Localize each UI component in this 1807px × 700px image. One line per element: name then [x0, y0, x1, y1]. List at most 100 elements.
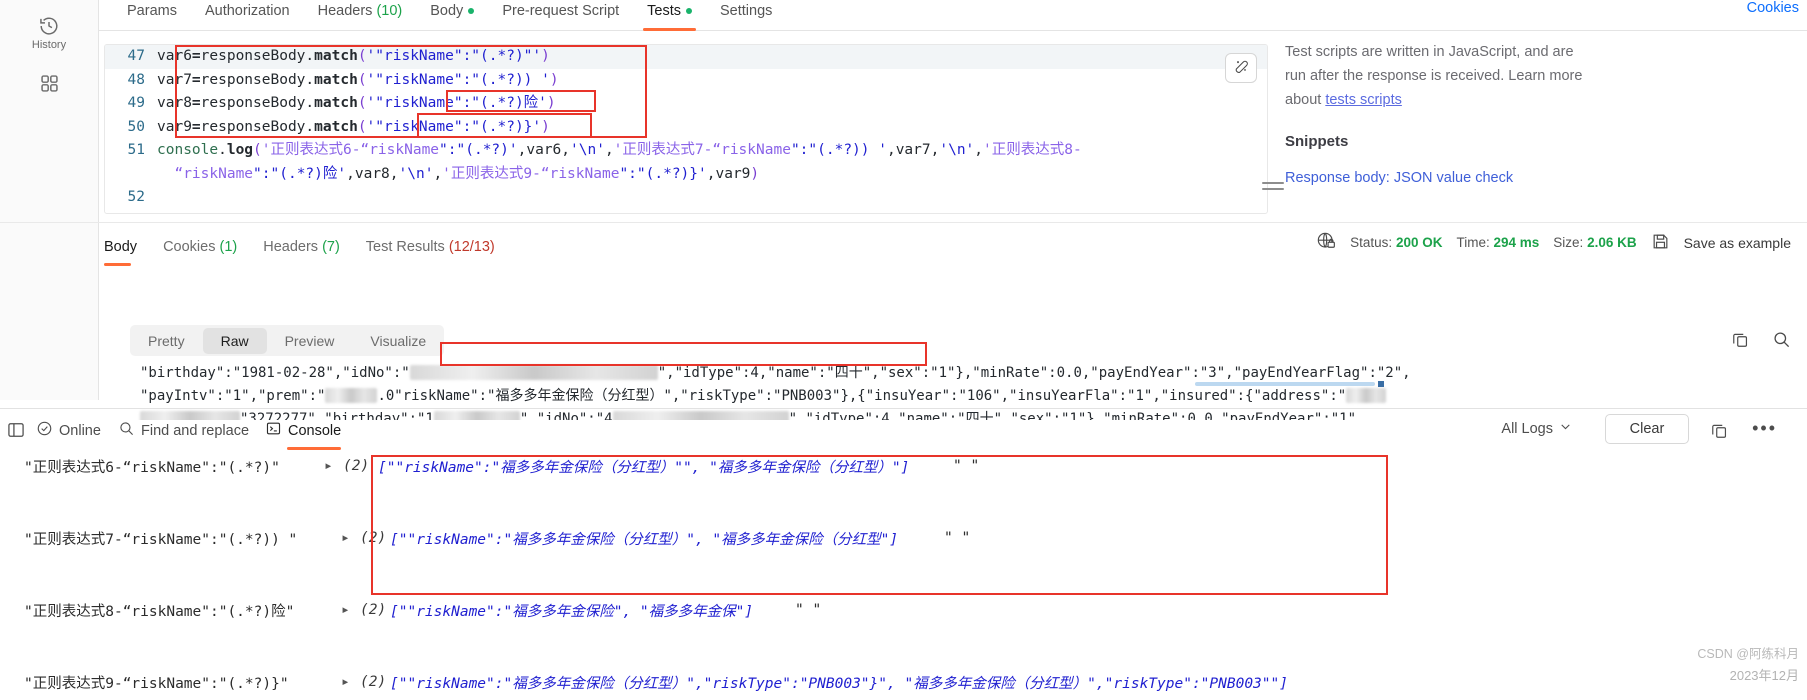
status-label-text: Status:: [1350, 235, 1393, 250]
body-horizontal-scrollbar[interactable]: [1195, 382, 1375, 386]
time-label: Time: 294 ms: [1456, 235, 1539, 250]
log-value: [""riskName":"福多多年金保险（分红型）","riskType":"…: [390, 675, 1288, 692]
console-log-list: "正则表达式6-“riskName":"(.*?)" ▸ (2) [""risk…: [0, 448, 1807, 692]
network-lock-icon[interactable]: [1316, 231, 1336, 254]
code-line: 49 var8=responseBody.match('"riskName":"…: [105, 92, 1267, 116]
tab-settings[interactable]: Settings: [706, 0, 786, 28]
copy-icon[interactable]: [1731, 330, 1750, 352]
log-label: "正则表达式8-“riskName":"(.*?)险": [24, 603, 295, 620]
body-scrollbar-cap: [1378, 381, 1384, 387]
request-tab-bar: Params Authorization Headers (10) Body P…: [99, 0, 1807, 31]
save-as-example-button[interactable]: Save as example: [1684, 235, 1791, 251]
ellipsis-icon[interactable]: •••: [1752, 419, 1777, 437]
tab-headers-label: Headers: [317, 3, 373, 19]
format-raw[interactable]: Raw: [202, 327, 267, 354]
expand-arrow-icon[interactable]: ▸: [341, 602, 350, 618]
response-tab-body[interactable]: Body: [104, 239, 137, 266]
response-tab-headers[interactable]: Headers (7): [263, 239, 340, 255]
code-text: var8=responseBody.match('"riskName":"(.*…: [157, 95, 556, 111]
code-line: 48 var7=responseBody.match('"riskName":"…: [105, 69, 1267, 93]
clear-console-button[interactable]: Clear: [1605, 414, 1689, 444]
editor-resize-handle[interactable]: [1262, 182, 1284, 190]
copy-icon[interactable]: [1710, 421, 1729, 443]
log-count: (2): [343, 458, 370, 474]
rb-seg-highlight: "riskName":"福多多年金保险（分红型）","riskType":"PN…: [394, 388, 841, 404]
tests-scripts-link[interactable]: tests scripts: [1325, 92, 1402, 108]
response-body-line: "payIntv":"1","prem":" .0"riskName":"福多多年…: [104, 385, 1807, 408]
console-log-row[interactable]: "正则表达式7-“riskName":"(.*?)) " ▸ (2) [""ri…: [0, 520, 1807, 556]
line-number: 48: [127, 71, 145, 88]
response-raw-body[interactable]: "birthday":"1981-02-28","idNo":" ","idTyp…: [104, 362, 1807, 420]
console-log-row[interactable]: "正则表达式9-“riskName":"(.*?)}" ▸ (2) [""ris…: [0, 664, 1807, 700]
log-tail-quotes: " ": [953, 458, 980, 474]
log-value: [""riskName":"福多多年金保险（分红型）"", "福多多年金保险（分…: [378, 459, 910, 476]
response-format-toggle: Pretty Raw Preview Visualize: [130, 325, 445, 356]
response-tab-cookies-count: (1): [219, 239, 238, 255]
tab-authorization[interactable]: Authorization: [191, 0, 304, 28]
code-line: 50 var9=responseBody.match('"riskName":"…: [105, 116, 1267, 140]
sidebar-item-history[interactable]: History: [26, 10, 72, 56]
format-visualize[interactable]: Visualize: [352, 328, 444, 354]
code-line: 47 var6=responseBody.match('"riskName":"…: [105, 45, 1267, 69]
left-rail: History: [0, 0, 99, 400]
console-log-row[interactable]: "正则表达式6-“riskName":"(.*?)" ▸ (2) [""risk…: [0, 448, 1807, 484]
console-separator: [0, 408, 1807, 409]
rb-seg-text: ","idType":4,"name":"四十","sex":"1"},"min…: [657, 365, 1411, 381]
format-preview[interactable]: Preview: [267, 328, 353, 354]
code-text: var6=responseBody.match('"riskName":"(.*…: [157, 48, 550, 64]
response-tab-cookies-label: Cookies: [163, 239, 216, 255]
magic-wand-icon: [1233, 59, 1249, 78]
tab-tests-label: Tests: [647, 3, 682, 19]
code-text: var9=responseBody.match('"riskName":"(.*…: [157, 118, 550, 135]
line-number: 51: [127, 142, 145, 158]
line-number: 50: [127, 118, 145, 135]
tab-headers[interactable]: Headers (10): [304, 0, 417, 28]
expand-arrow-icon[interactable]: ▸: [324, 458, 333, 474]
chevron-down-icon: [1559, 420, 1572, 437]
find-and-replace-button[interactable]: Find and replace: [118, 420, 249, 441]
search-icon[interactable]: [1772, 330, 1791, 352]
rb-seg-text: "payIntv":"1","prem":": [140, 388, 326, 404]
sidebar-item-history-label: History: [31, 39, 67, 51]
terminal-icon: [265, 420, 282, 441]
line-number: 49: [127, 95, 145, 111]
response-tab-cookies[interactable]: Cookies (1): [163, 239, 237, 255]
snippet-response-body-json-value-check[interactable]: Response body: JSON value check: [1285, 166, 1585, 190]
tab-body-label: Body: [430, 3, 464, 19]
tab-params-label: Params: [127, 3, 177, 19]
status-label: Status: 200 OK: [1350, 235, 1442, 250]
generate-with-ai-button[interactable]: [1225, 53, 1257, 83]
console-log-row[interactable]: "正则表达式8-“riskName":"(.*?)险" ▸ (2) [""ris…: [0, 592, 1807, 628]
time-label-text: Time:: [1456, 235, 1490, 250]
size-value: 2.06 KB: [1587, 235, 1637, 250]
log-count: (2): [360, 602, 387, 618]
expand-arrow-icon[interactable]: ▸: [341, 530, 350, 546]
sidebar-toggle-icon[interactable]: [6, 420, 26, 440]
tests-script-editor[interactable]: 47 var6=responseBody.match('"riskName":"…: [104, 44, 1268, 214]
code-text: “riskName":"(.*?)险',var8,'\n','正则表达式9-“r…: [174, 165, 760, 182]
history-icon: [38, 15, 60, 37]
tab-pre-request-script[interactable]: Pre-request Script: [488, 0, 633, 28]
console-tab[interactable]: Console: [265, 420, 342, 450]
save-icon[interactable]: [1651, 232, 1670, 254]
response-tab-test-results[interactable]: Test Results (12/13): [366, 239, 495, 255]
tab-params[interactable]: Params: [113, 0, 191, 28]
size-label: Size: 2.06 KB: [1553, 235, 1636, 250]
log-tail-quotes: " ": [944, 530, 971, 546]
sidebar-item-apps[interactable]: [26, 60, 72, 106]
redacted-prem: [325, 388, 378, 403]
cookies-link[interactable]: Cookies: [1747, 0, 1799, 16]
grid-icon: [39, 73, 60, 94]
code-text: var7=responseBody.match('"riskName":"(.*…: [157, 71, 559, 88]
format-pretty[interactable]: Pretty: [130, 328, 203, 354]
line-number: [105, 163, 157, 187]
modified-dot-icon: [686, 8, 693, 15]
redacted-idno: [409, 365, 658, 380]
tab-body[interactable]: Body: [416, 0, 488, 28]
all-logs-dropdown[interactable]: All Logs: [1501, 420, 1572, 437]
tab-authorization-label: Authorization: [204, 3, 290, 19]
snippets-heading: Snippets: [1285, 133, 1349, 150]
tab-tests[interactable]: Tests: [633, 0, 706, 31]
watermark-date: 2023年12月: [1729, 668, 1799, 683]
online-status[interactable]: Online: [36, 420, 101, 441]
